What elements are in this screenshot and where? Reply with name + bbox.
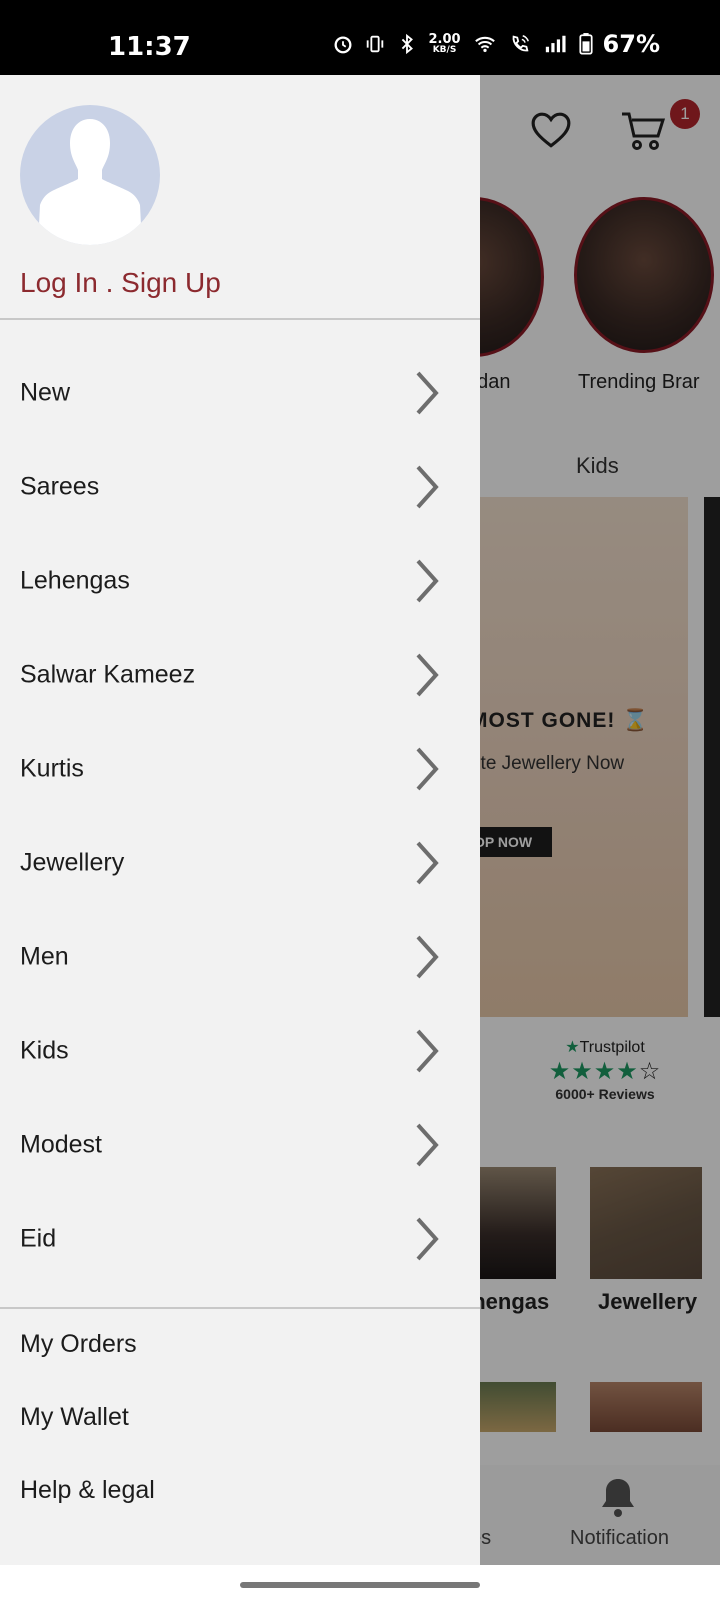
- battery-percent: 67%: [602, 30, 660, 58]
- network-speed: 2.00 KB/S: [428, 33, 460, 55]
- menu-item-label: Modest: [20, 1130, 102, 1159]
- wifi-icon: [474, 36, 495, 53]
- menu-item-men[interactable]: Men: [0, 910, 480, 1004]
- menu-item-modest[interactable]: Modest: [0, 1098, 480, 1192]
- chevron-right-icon: [416, 371, 439, 415]
- chevron-right-icon: [416, 1029, 439, 1073]
- gesture-bar: [0, 1565, 720, 1600]
- menu-item-salwar-kameez[interactable]: Salwar Kameez: [0, 628, 480, 722]
- home-indicator[interactable]: [240, 1582, 480, 1588]
- chevron-right-icon: [416, 1123, 439, 1167]
- login-signup-link[interactable]: Log In . Sign Up: [20, 267, 221, 299]
- status-time: 11:37: [108, 32, 191, 62]
- my-wallet-link[interactable]: My Wallet: [20, 1403, 129, 1432]
- menu-item-label: Lehengas: [20, 566, 130, 595]
- menu-item-kids[interactable]: Kids: [0, 1004, 480, 1098]
- chevron-right-icon: [416, 841, 439, 885]
- net-speed-unit: KB/S: [432, 45, 457, 55]
- my-orders-link[interactable]: My Orders: [20, 1330, 137, 1359]
- menu-item-label: Sarees: [20, 472, 100, 501]
- alarm-icon: [334, 36, 352, 54]
- menu-item-eid[interactable]: Eid: [0, 1192, 480, 1286]
- menu-item-kurtis[interactable]: Kurtis: [0, 722, 480, 816]
- navigation-drawer: Log In . Sign Up New Sarees Lehengas Sal…: [0, 75, 480, 1565]
- signal-icon: [545, 35, 566, 53]
- menu-item-lehengas[interactable]: Lehengas: [0, 534, 480, 628]
- menu-item-label: Jewellery: [20, 848, 125, 877]
- menu-item-label: Kids: [20, 1036, 69, 1065]
- menu-item-label: Salwar Kameez: [20, 660, 196, 689]
- vibrate-icon: [367, 35, 384, 53]
- divider: [0, 1307, 480, 1309]
- status-bar: 11:37 2.00 KB/S 67%: [0, 0, 720, 75]
- menu-item-label: Kurtis: [20, 754, 84, 783]
- menu-item-label: New: [20, 378, 71, 407]
- chevron-right-icon: [416, 653, 439, 697]
- battery-icon: [578, 33, 593, 55]
- chevron-right-icon: [416, 465, 439, 509]
- menu-item-label: Men: [20, 942, 69, 971]
- menu-item-sarees[interactable]: Sarees: [0, 440, 480, 534]
- user-silhouette-icon: [38, 119, 142, 245]
- help-legal-link[interactable]: Help & legal: [20, 1476, 155, 1505]
- chevron-right-icon: [416, 559, 439, 603]
- wifi-calling-icon: [512, 35, 529, 52]
- status-icons: 2.00 KB/S 67%: [332, 30, 660, 58]
- divider: [0, 318, 480, 320]
- chevron-right-icon: [416, 747, 439, 791]
- chevron-right-icon: [416, 1217, 439, 1261]
- menu-item-jewellery[interactable]: Jewellery: [0, 816, 480, 910]
- menu-item-new[interactable]: New: [0, 346, 480, 440]
- menu-item-label: Eid: [20, 1224, 57, 1253]
- chevron-right-icon: [416, 935, 439, 979]
- bluetooth-icon: [402, 33, 414, 55]
- avatar[interactable]: [20, 105, 160, 245]
